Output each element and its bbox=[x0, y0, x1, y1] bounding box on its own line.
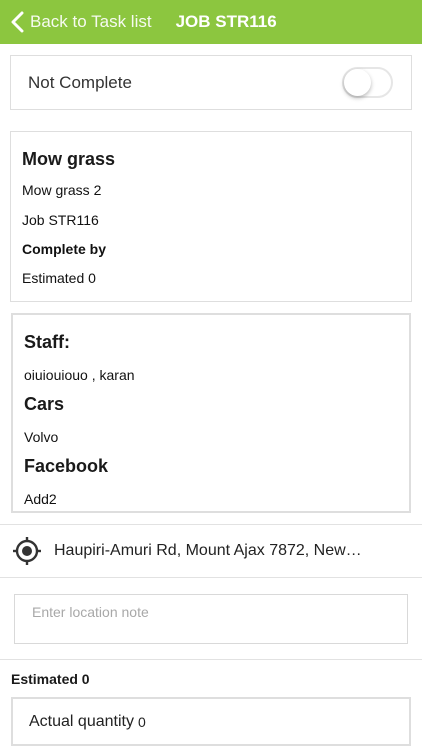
details-card: Staff: oiuiouiouo , karan Cars Volvo Fac… bbox=[11, 313, 411, 513]
location-row[interactable]: Haupiri-Amuri Rd, Mount Ajax 7872, New… bbox=[0, 525, 422, 577]
actual-quantity-label: Actual quantity bbox=[29, 712, 134, 730]
actual-quantity-value: 0 bbox=[137, 713, 146, 730]
status-card: Not Complete bbox=[10, 55, 412, 110]
target-icon bbox=[13, 537, 41, 565]
task-title: Mow grass bbox=[22, 149, 116, 169]
nav-bar: Back to Task list JOB STR116 bbox=[0, 0, 422, 44]
location-note-input[interactable] bbox=[14, 594, 408, 644]
divider bbox=[0, 659, 422, 660]
cars-value: Volvo bbox=[24, 429, 59, 445]
toggle-knob bbox=[344, 69, 371, 96]
status-label: Not Complete bbox=[28, 72, 132, 92]
back-button-label: Back to Task list bbox=[30, 12, 152, 31]
task-card: Mow grass Mow grass 2 Job STR116 Complet… bbox=[10, 131, 412, 302]
complete-by-label: Complete by bbox=[22, 241, 107, 257]
task-job: Job STR116 bbox=[22, 212, 99, 228]
cars-heading: Cars bbox=[24, 394, 65, 414]
complete-toggle[interactable] bbox=[342, 67, 393, 98]
staff-heading: Staff: bbox=[24, 332, 70, 352]
facebook-heading: Facebook bbox=[24, 456, 109, 476]
estimated-footer: Estimated 0 bbox=[11, 671, 90, 687]
page-title: JOB STR116 bbox=[175, 12, 277, 31]
location-address: Haupiri-Amuri Rd, Mount Ajax 7872, New… bbox=[54, 542, 362, 559]
task-estimated: Estimated 0 bbox=[22, 270, 96, 286]
facebook-value: Add2 bbox=[24, 491, 57, 507]
divider bbox=[0, 577, 422, 578]
back-button[interactable]: Back to Task list bbox=[0, 0, 152, 44]
staff-value: oiuiouiouo , karan bbox=[24, 367, 135, 383]
task-subtitle: Mow grass 2 bbox=[22, 182, 102, 198]
actual-quantity-field[interactable]: Actual quantity 0 bbox=[11, 697, 411, 746]
chevron-left-icon bbox=[11, 11, 24, 33]
